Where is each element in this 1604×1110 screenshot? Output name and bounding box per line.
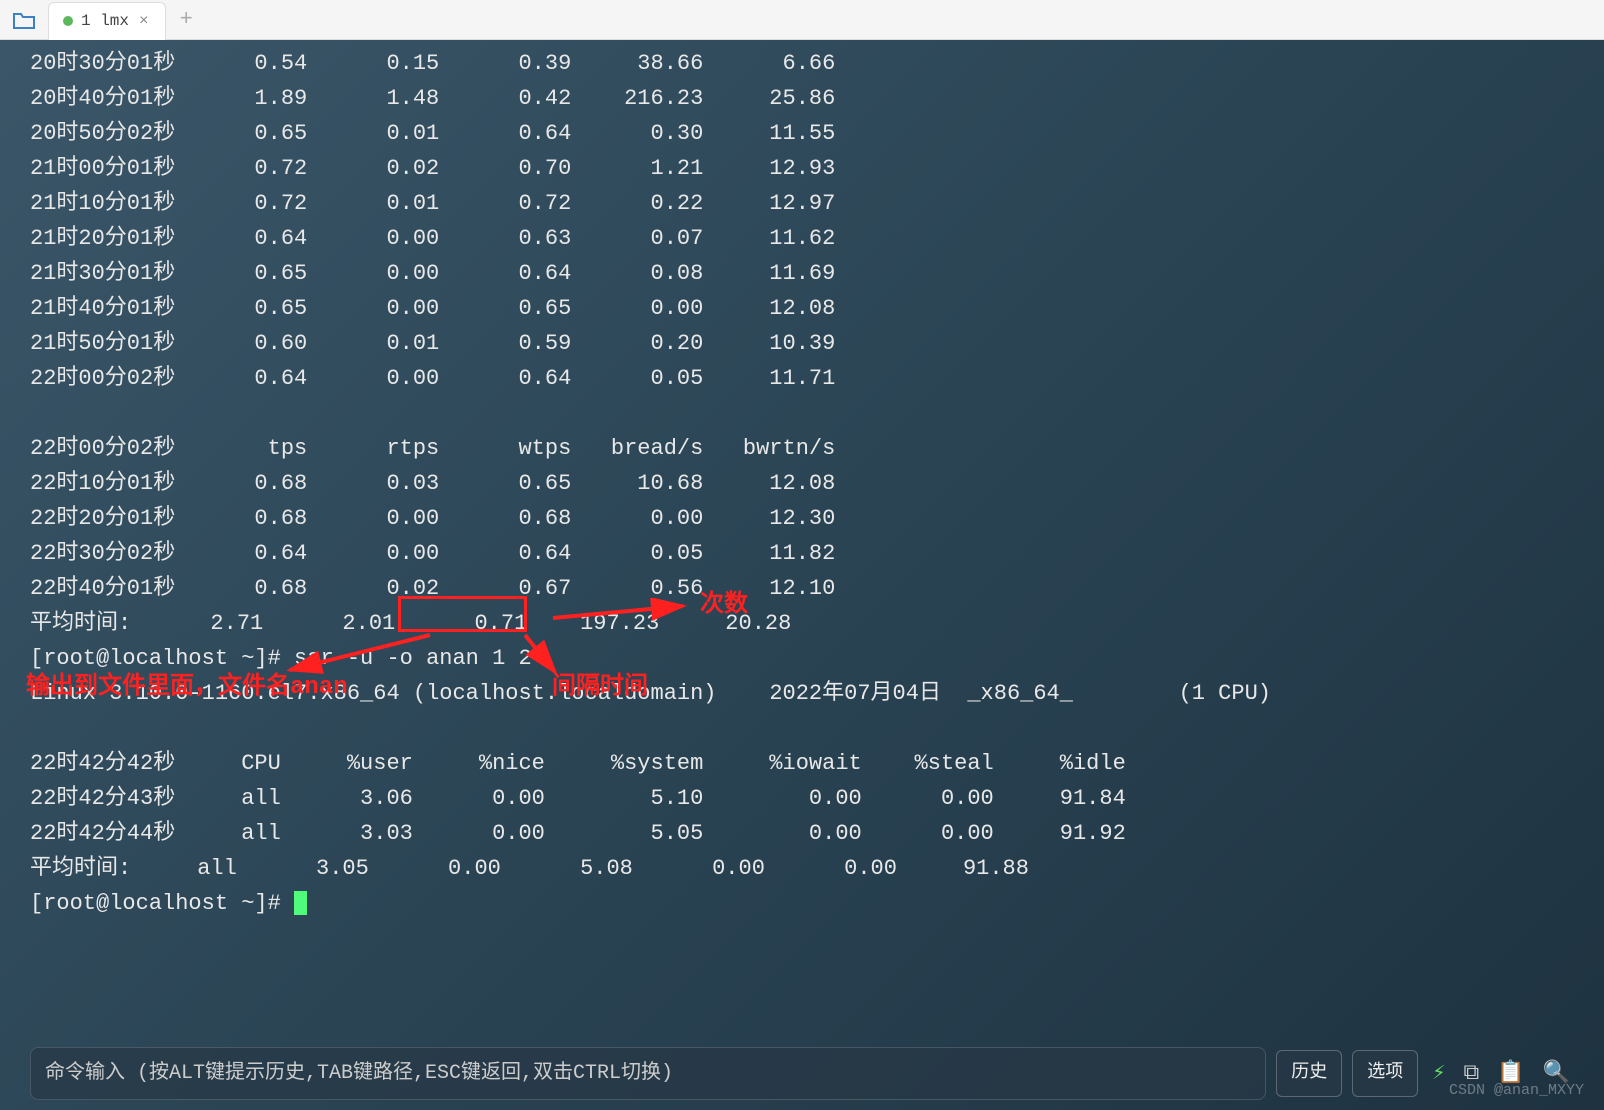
avg-line: 平均时间: 2.71 2.01 0.71 197.23 20.28	[30, 606, 1574, 641]
bolt-icon[interactable]: ⚡	[1428, 1056, 1449, 1091]
prompt-line: [root@localhost ~]#	[30, 886, 1574, 921]
sar-header: 22时00分02秒 tps rtps wtps bread/s bwrtn/s	[30, 431, 1574, 466]
history-button[interactable]: 历史	[1276, 1050, 1342, 1097]
sar-row: 21时00分01秒 0.72 0.02 0.70 1.21 12.93	[30, 151, 1574, 186]
sar-row: 22时00分02秒 0.64 0.00 0.64 0.05 11.71	[30, 361, 1574, 396]
sar-row: 20时50分02秒 0.65 0.01 0.64 0.30 11.55	[30, 116, 1574, 151]
sar-row: 21时20分01秒 0.64 0.00 0.63 0.07 11.62	[30, 221, 1574, 256]
sar-cpu-header: 22时42分42秒 CPU %user %nice %system %iowai…	[30, 746, 1574, 781]
sar-row: 22时40分01秒 0.68 0.02 0.67 0.56 12.10	[30, 571, 1574, 606]
linux-info-line: Linux 3.10.0-1160.el7.x86_64 (localhost.…	[30, 676, 1574, 711]
cursor	[294, 891, 307, 915]
sar-row: 20时40分01秒 1.89 1.48 0.42 216.23 25.86	[30, 81, 1574, 116]
sar-row: 22时42分43秒 all 3.06 0.00 5.10 0.00 0.00 9…	[30, 781, 1574, 816]
add-tab-button[interactable]: +	[166, 7, 207, 32]
command-line: [root@localhost ~]# sar -u -o anan 1 2	[30, 641, 1574, 676]
tab-active[interactable]: 1 lmx ×	[48, 2, 166, 40]
sar-row: 21时40分01秒 0.65 0.00 0.65 0.00 12.08	[30, 291, 1574, 326]
tab-status-dot	[63, 16, 73, 26]
tab-label: 1 lmx	[81, 12, 129, 30]
terminal[interactable]: 20时30分01秒 0.54 0.15 0.39 38.66 6.6620时40…	[0, 40, 1604, 1110]
sar-row: 21时30分01秒 0.65 0.00 0.64 0.08 11.69	[30, 256, 1574, 291]
sar-row: 20时30分01秒 0.54 0.15 0.39 38.66 6.66	[30, 46, 1574, 81]
sar-row: 22时30分02秒 0.64 0.00 0.64 0.05 11.82	[30, 536, 1574, 571]
close-icon[interactable]: ×	[137, 12, 151, 30]
sar-row: 22时42分44秒 all 3.03 0.00 5.05 0.00 0.00 9…	[30, 816, 1574, 851]
folder-icon[interactable]	[8, 4, 40, 36]
options-button[interactable]: 选项	[1352, 1050, 1418, 1097]
avg-line-2: 平均时间: all 3.05 0.00 5.08 0.00 0.00 91.88	[30, 851, 1574, 886]
sar-row: 22时20分01秒 0.68 0.00 0.68 0.00 12.30	[30, 501, 1574, 536]
sar-row: 21时50分01秒 0.60 0.01 0.59 0.20 10.39	[30, 326, 1574, 361]
bottom-bar: 命令输入 (按ALT键提示历史,TAB键路径,ESC键返回,双击CTRL切换) …	[30, 1050, 1574, 1096]
tab-bar: 1 lmx × +	[0, 0, 1604, 40]
watermark: CSDN @anan_MXYY	[1449, 1073, 1584, 1108]
sar-row: 21时10分01秒 0.72 0.01 0.72 0.22 12.97	[30, 186, 1574, 221]
sar-row: 22时10分01秒 0.68 0.03 0.65 10.68 12.08	[30, 466, 1574, 501]
command-input-hint[interactable]: 命令输入 (按ALT键提示历史,TAB键路径,ESC键返回,双击CTRL切换)	[30, 1047, 1266, 1100]
